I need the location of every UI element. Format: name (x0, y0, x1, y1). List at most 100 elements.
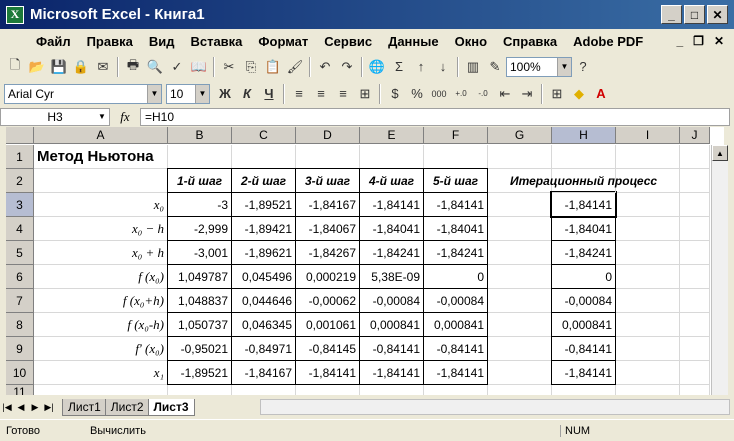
cell-I5[interactable] (616, 241, 680, 265)
cell-D8[interactable]: 0,001061 (295, 312, 360, 337)
vertical-scrollbar[interactable]: ▲ (711, 145, 728, 395)
font-size-select[interactable]: 10 ▼ (166, 83, 210, 104)
formula-input[interactable]: =H10 (140, 107, 730, 126)
first-sheet-icon[interactable]: |◀ (0, 402, 14, 413)
cell-D9[interactable]: -0,84145 (295, 336, 360, 361)
spreadsheet-grid[interactable]: A B C D E F G H I J 1 2 3 4 5 6 7 8 9 10 11 Метод Ньютона 1-й … (6, 127, 724, 395)
cell-G7[interactable] (488, 289, 552, 313)
cell-I7[interactable] (616, 289, 680, 313)
select-all-corner[interactable] (6, 127, 34, 144)
column-header-B[interactable]: B (168, 127, 232, 144)
decrease-decimal-icon[interactable]: -.0 (472, 83, 494, 105)
cell-D11[interactable] (296, 385, 360, 395)
cell-H8[interactable]: 0,000841 (551, 312, 616, 337)
menu-data[interactable]: Данные (380, 34, 447, 49)
cell-E3[interactable]: -1,84141 (359, 192, 424, 217)
save-icon[interactable]: 💾 (48, 56, 70, 78)
cell-E1[interactable] (360, 145, 424, 169)
cell-D4[interactable]: -1,84067 (295, 216, 360, 241)
close-button[interactable]: ✕ (707, 5, 728, 24)
maximize-button[interactable]: □ (684, 5, 705, 24)
cell-G6[interactable] (488, 265, 552, 289)
cell-J9[interactable] (680, 337, 710, 361)
cell-J6[interactable] (680, 265, 710, 289)
underline-button[interactable]: Ч (258, 83, 280, 105)
column-header-C[interactable]: C (232, 127, 296, 144)
increase-decimal-icon[interactable]: +.0 (450, 83, 472, 105)
column-header-G[interactable]: G (488, 127, 552, 144)
column-header-H[interactable]: H (552, 127, 616, 144)
cell-D5[interactable]: -1,84267 (295, 240, 360, 265)
cell-C7[interactable]: 0,044646 (231, 288, 296, 313)
chevron-down-icon[interactable]: ▼ (147, 84, 161, 103)
cell-I4[interactable] (616, 217, 680, 241)
cell-C3[interactable]: -1,89521 (231, 192, 296, 217)
cell-C11[interactable] (232, 385, 296, 395)
cell-H1[interactable] (552, 145, 616, 169)
cell-B1[interactable] (168, 145, 232, 169)
cell-B3[interactable]: -3 (167, 192, 232, 217)
cell-H2[interactable]: Итерационный процесс (510, 169, 657, 193)
column-header-D[interactable]: D (296, 127, 360, 144)
cell-C4[interactable]: -1,89421 (231, 216, 296, 241)
cell-H11[interactable] (552, 385, 616, 395)
cell-G1[interactable] (488, 145, 552, 169)
cell-H4[interactable]: -1,84041 (551, 216, 616, 241)
redo-icon[interactable]: ↷ (336, 56, 358, 78)
cell-C6[interactable]: 0,045496 (231, 264, 296, 289)
cell-B11[interactable] (168, 385, 232, 395)
cell-G8[interactable] (488, 313, 552, 337)
doc-restore-icon[interactable]: ❐ (693, 34, 704, 48)
menu-insert[interactable]: Вставка (182, 34, 250, 49)
cell-J2[interactable] (680, 169, 710, 193)
cell-F4[interactable]: -1,84041 (423, 216, 488, 241)
thousands-button[interactable]: 000 (428, 83, 450, 105)
cell-J7[interactable] (680, 289, 710, 313)
align-right-icon[interactable]: ≡ (332, 83, 354, 105)
name-box[interactable]: H3 ▼ (0, 107, 110, 126)
cell-H6[interactable]: 0 (551, 264, 616, 289)
email-icon[interactable]: ✉ (92, 56, 114, 78)
new-icon[interactable]: 🗋 (4, 56, 26, 78)
cell-A1[interactable]: Метод Ньютона (34, 145, 168, 169)
row-header-5[interactable]: 5 (6, 241, 34, 265)
cell-F6[interactable]: 0 (423, 264, 488, 289)
row-header-8[interactable]: 8 (6, 313, 34, 337)
sheet-tab-3[interactable]: Лист3 (147, 398, 195, 416)
font-color-icon[interactable]: A (590, 83, 612, 105)
cell-H9[interactable]: -0,84141 (551, 336, 616, 361)
column-header-F[interactable]: F (424, 127, 488, 144)
align-center-icon[interactable]: ≡ (310, 83, 332, 105)
cell-H3[interactable]: -1,84141 (551, 192, 616, 217)
cell-I1[interactable] (616, 145, 680, 169)
next-sheet-icon[interactable]: ▶ (28, 402, 42, 413)
percent-button[interactable]: % (406, 83, 428, 105)
chevron-down-icon[interactable]: ▼ (95, 109, 109, 125)
cell-A6[interactable]: f (x₀) (34, 265, 168, 289)
paste-icon[interactable]: 📋 (262, 56, 284, 78)
cell-B7[interactable]: 1,048837 (167, 288, 232, 313)
minimize-button[interactable]: _ (661, 5, 682, 24)
row-header-4[interactable]: 4 (6, 217, 34, 241)
row-header-6[interactable]: 6 (6, 265, 34, 289)
last-sheet-icon[interactable]: ▶| (42, 402, 56, 413)
cell-E7[interactable]: -0,00084 (359, 288, 424, 313)
cell-C1[interactable] (232, 145, 296, 169)
row-header-2[interactable]: 2 (6, 169, 34, 193)
menu-edit[interactable]: Правка (79, 34, 141, 49)
column-header-I[interactable]: I (616, 127, 680, 144)
cell-G5[interactable] (488, 241, 552, 265)
chevron-down-icon[interactable]: ▼ (195, 84, 209, 103)
excel-app-icon[interactable]: X (6, 5, 24, 24)
cell-F1[interactable] (424, 145, 488, 169)
format-painter-icon[interactable]: 🖌 (284, 56, 306, 78)
cell-A7[interactable]: f (x₀+h) (34, 289, 168, 313)
cell-E4[interactable]: -1,84041 (359, 216, 424, 241)
row-header-3[interactable]: 3 (6, 193, 34, 217)
cell-F10[interactable]: -1,84141 (423, 360, 488, 385)
row-header-1[interactable]: 1 (6, 145, 34, 169)
cell-E11[interactable] (360, 385, 424, 395)
sort-desc-icon[interactable]: ↓ (432, 56, 454, 78)
cell-I11[interactable] (616, 385, 680, 395)
print-icon[interactable]: 🖶 (122, 56, 144, 78)
